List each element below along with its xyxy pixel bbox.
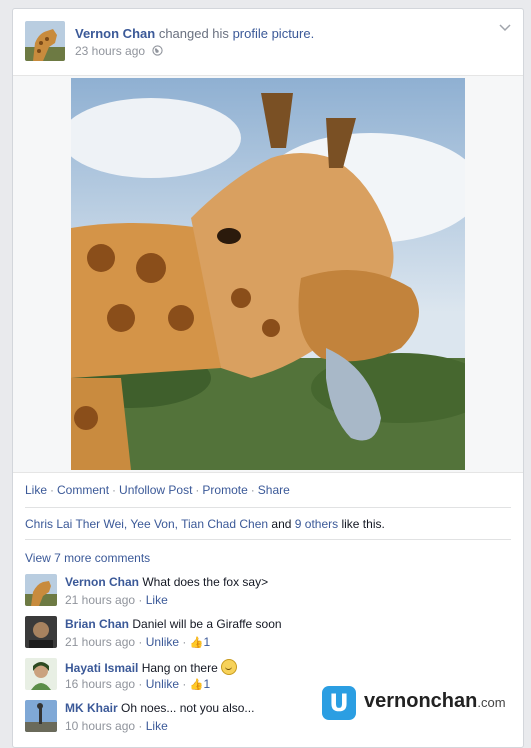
comment-item: Vernon Chan What does the fox say> 21 ho… [25, 574, 511, 608]
comment-body: MK Khair Oh noes... not you also... [65, 701, 254, 715]
comment-time[interactable]: 16 hours ago [65, 677, 135, 691]
smiley-emoticon-icon [221, 659, 238, 675]
globe-icon [152, 44, 164, 58]
watermark-domain: .com [477, 695, 506, 710]
others-link[interactable]: 9 others [295, 517, 338, 531]
commenter-name[interactable]: MK Khair [65, 701, 118, 715]
view-more-comments[interactable]: View 7 more comments [25, 551, 150, 565]
comment-meta: 16 hours ago · Unlike · 👍1 [65, 677, 211, 691]
comment-text: What does the fox say> [142, 575, 269, 589]
commenter-name[interactable]: Hayati Ismail [65, 661, 138, 675]
comment-like-count[interactable]: 1 [203, 677, 210, 691]
comment-unlike-link[interactable]: Unlike [146, 635, 179, 649]
comment-text: Daniel will be a Giraffe soon [132, 617, 282, 631]
brand-logo-icon: U [322, 686, 356, 720]
watermark-brand: vernonchan [364, 690, 478, 712]
comment-body: Brian Chan Daniel will be a Giraffe soon [65, 617, 282, 631]
comment-text: Oh noes... not you also... [121, 701, 255, 715]
comment-text: Hang on there [141, 661, 218, 675]
comment-like-link[interactable]: Like [146, 593, 168, 607]
comment-item: Hayati Ismail Hang on there 16 hours ago… [25, 658, 511, 692]
separator: · [195, 483, 200, 497]
author-name-link[interactable]: Vernon Chan [75, 26, 155, 41]
separator: · [112, 483, 117, 497]
likes-conjunction: and [271, 517, 292, 531]
comment-meta: 21 hours ago · Like [65, 593, 168, 607]
post-timestamp[interactable]: 23 hours ago [75, 44, 145, 58]
comment-like-link[interactable]: Like [146, 719, 168, 733]
comment-meta: 21 hours ago · Unlike · 👍1 [65, 635, 211, 649]
profile-picture-link[interactable]: profile picture. [233, 26, 315, 41]
likes-suffix: like this. [341, 517, 385, 531]
post-card: Vernon Chan changed his profile picture.… [12, 8, 524, 748]
chevron-down-icon[interactable] [499, 21, 511, 35]
likes-summary: Chris Lai Ther Wei, Yee Von, Tian Chad C… [25, 507, 511, 540]
profile-photo[interactable] [71, 78, 465, 470]
commenter-avatar[interactable] [25, 700, 57, 732]
post-actions: Like · Comment · Unfollow Post · Promote · Share [25, 483, 290, 497]
comment-like-count[interactable]: 1 [203, 635, 210, 649]
thumbs-up-icon[interactable]: 👍 [190, 636, 204, 649]
commenter-avatar[interactable] [25, 658, 57, 690]
comment-unlike-link[interactable]: Unlike [146, 677, 179, 691]
unfollow-link[interactable]: Unfollow Post [119, 483, 192, 497]
author-avatar[interactable] [25, 21, 65, 61]
comment-time[interactable]: 10 hours ago [65, 719, 135, 733]
comment-body: Hayati Ismail Hang on there [65, 659, 238, 675]
commenter-name[interactable]: Vernon Chan [65, 575, 139, 589]
comment-time[interactable]: 21 hours ago [65, 593, 135, 607]
likers-names[interactable]: Chris Lai Ther Wei, Yee Von, Tian Chad C… [25, 517, 268, 531]
thumbs-up-icon[interactable]: 👍 [190, 678, 204, 691]
separator: · [250, 483, 255, 497]
comment-meta: 10 hours ago · Like [65, 719, 168, 733]
separator: · [50, 483, 55, 497]
comment-link[interactable]: Comment [57, 483, 109, 497]
commenter-avatar[interactable] [25, 574, 57, 606]
promote-link[interactable]: Promote [202, 483, 247, 497]
post-headline: Vernon Chan changed his profile picture. [75, 26, 314, 41]
comment-time[interactable]: 21 hours ago [65, 635, 135, 649]
like-link[interactable]: Like [25, 483, 47, 497]
comment-body: Vernon Chan What does the fox say> [65, 575, 268, 589]
action-text: changed his [158, 26, 229, 41]
commenter-avatar[interactable] [25, 616, 57, 648]
post-header: Vernon Chan changed his profile picture.… [25, 21, 511, 63]
share-link[interactable]: Share [258, 483, 290, 497]
post-meta: 23 hours ago [75, 44, 164, 58]
watermark-text: vernonchan.com [364, 690, 506, 713]
photo-container [13, 75, 523, 473]
comment-item: Brian Chan Daniel will be a Giraffe soon… [25, 616, 511, 650]
commenter-name[interactable]: Brian Chan [65, 617, 129, 631]
